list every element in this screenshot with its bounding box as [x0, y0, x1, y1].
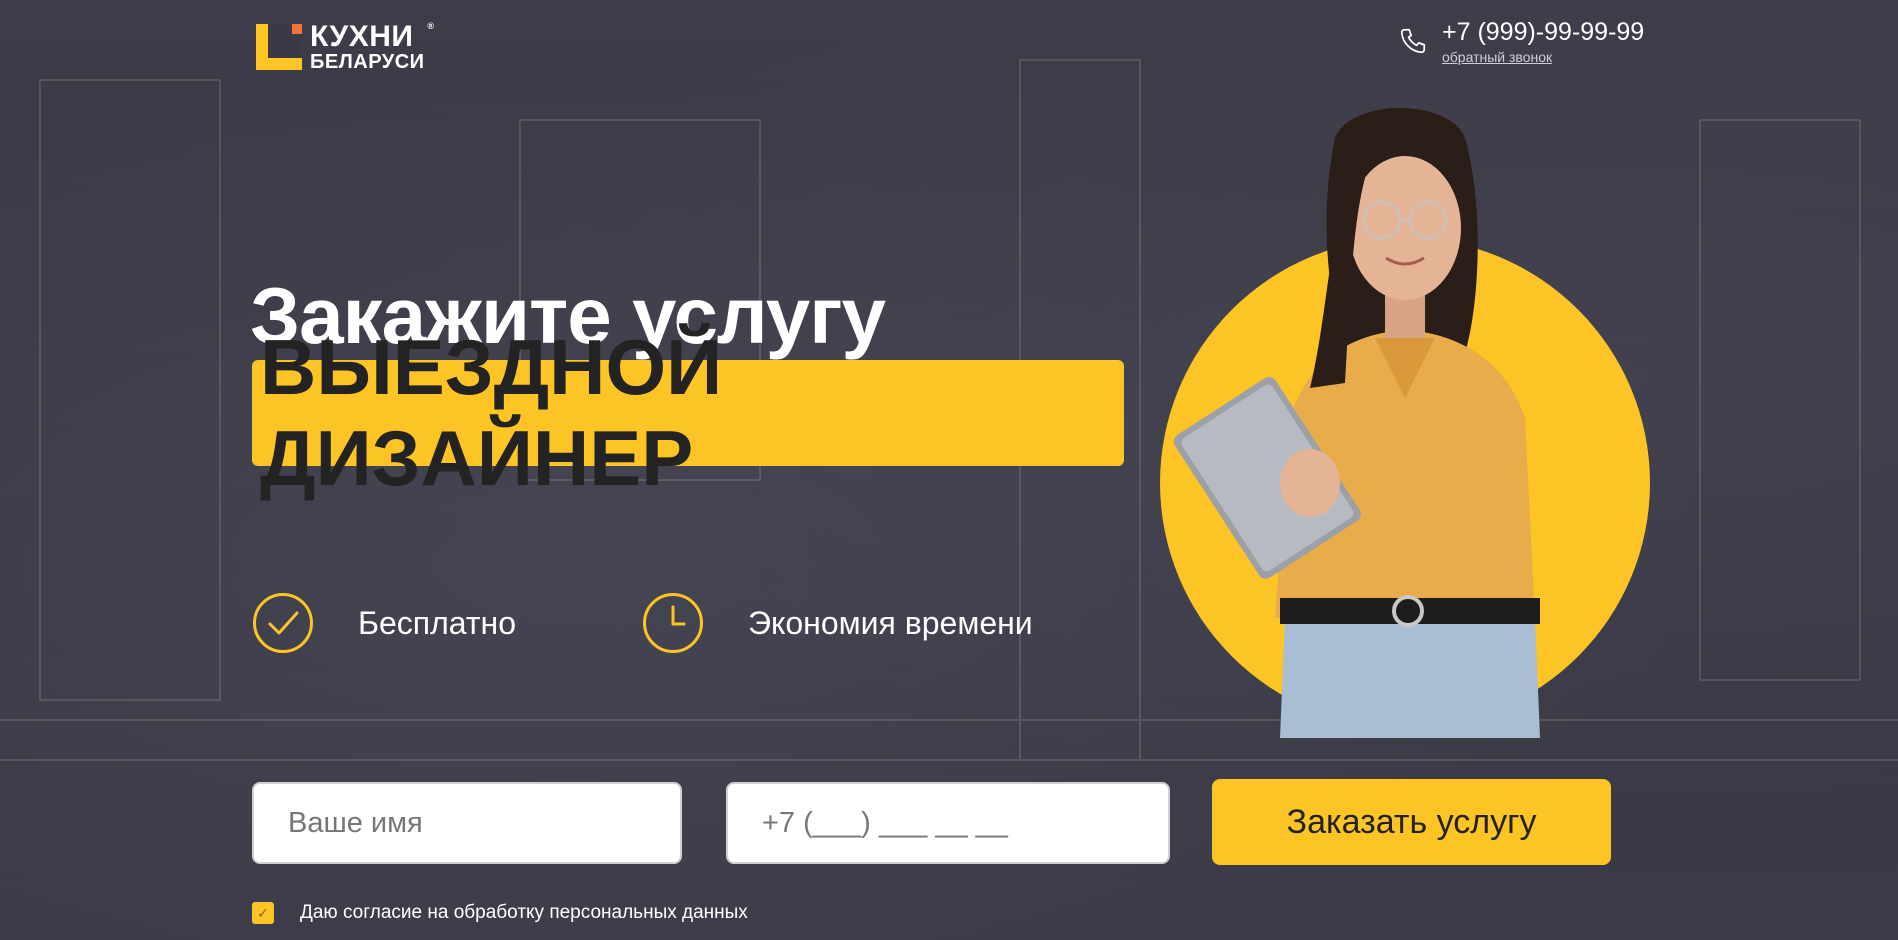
order-service-button[interactable]: Заказать услугу	[1212, 779, 1611, 865]
phone-input-placeholder: +7 (___) ___ __ __	[762, 806, 1008, 839]
feature-free-label: Бесплатно	[358, 604, 517, 641]
consent-row: ✓ Даю согласие на обработку персональных…	[252, 902, 748, 924]
check-circle-icon	[253, 593, 313, 653]
logo-registered: ®	[427, 21, 435, 31]
feature-time-saving: Экономия времени	[642, 592, 1033, 654]
consent-label[interactable]: Даю согласие на обработку персональных д…	[300, 902, 748, 924]
phone-icon	[1400, 28, 1426, 54]
feature-free: Бесплатно	[252, 592, 516, 654]
feature-time-saving-label: Экономия времени	[748, 604, 1033, 641]
logo-line1: КУХНИ	[310, 20, 414, 53]
designer-photo	[1160, 108, 1650, 738]
consent-checkbox[interactable]: ✓	[252, 902, 274, 924]
logo-mark-icon	[256, 24, 302, 70]
checkmark-icon: ✓	[257, 904, 269, 921]
callback-link[interactable]: обратный звонок	[1442, 49, 1644, 65]
phone-input[interactable]: +7 (___) ___ __ __	[726, 782, 1170, 864]
header-phone-number[interactable]: +7 (999)-99-99-99	[1442, 18, 1644, 47]
service-highlight-text: ВЫЕЗДНОЙ ДИЗАЙНЕР	[260, 323, 723, 502]
name-input[interactable]: Ваше имя	[252, 782, 682, 864]
brand-logo[interactable]: КУХНИ ® БЕЛАРУСИ	[256, 20, 434, 73]
clock-icon	[643, 593, 703, 653]
header-contact: +7 (999)-99-99-99 обратный звонок	[1398, 18, 1644, 65]
name-input-placeholder: Ваше имя	[288, 806, 423, 839]
service-highlight: ВЫЕЗДНОЙ ДИЗАЙНЕР	[252, 323, 1124, 502]
logo-line2: БЕЛАРУСИ	[310, 51, 425, 73]
